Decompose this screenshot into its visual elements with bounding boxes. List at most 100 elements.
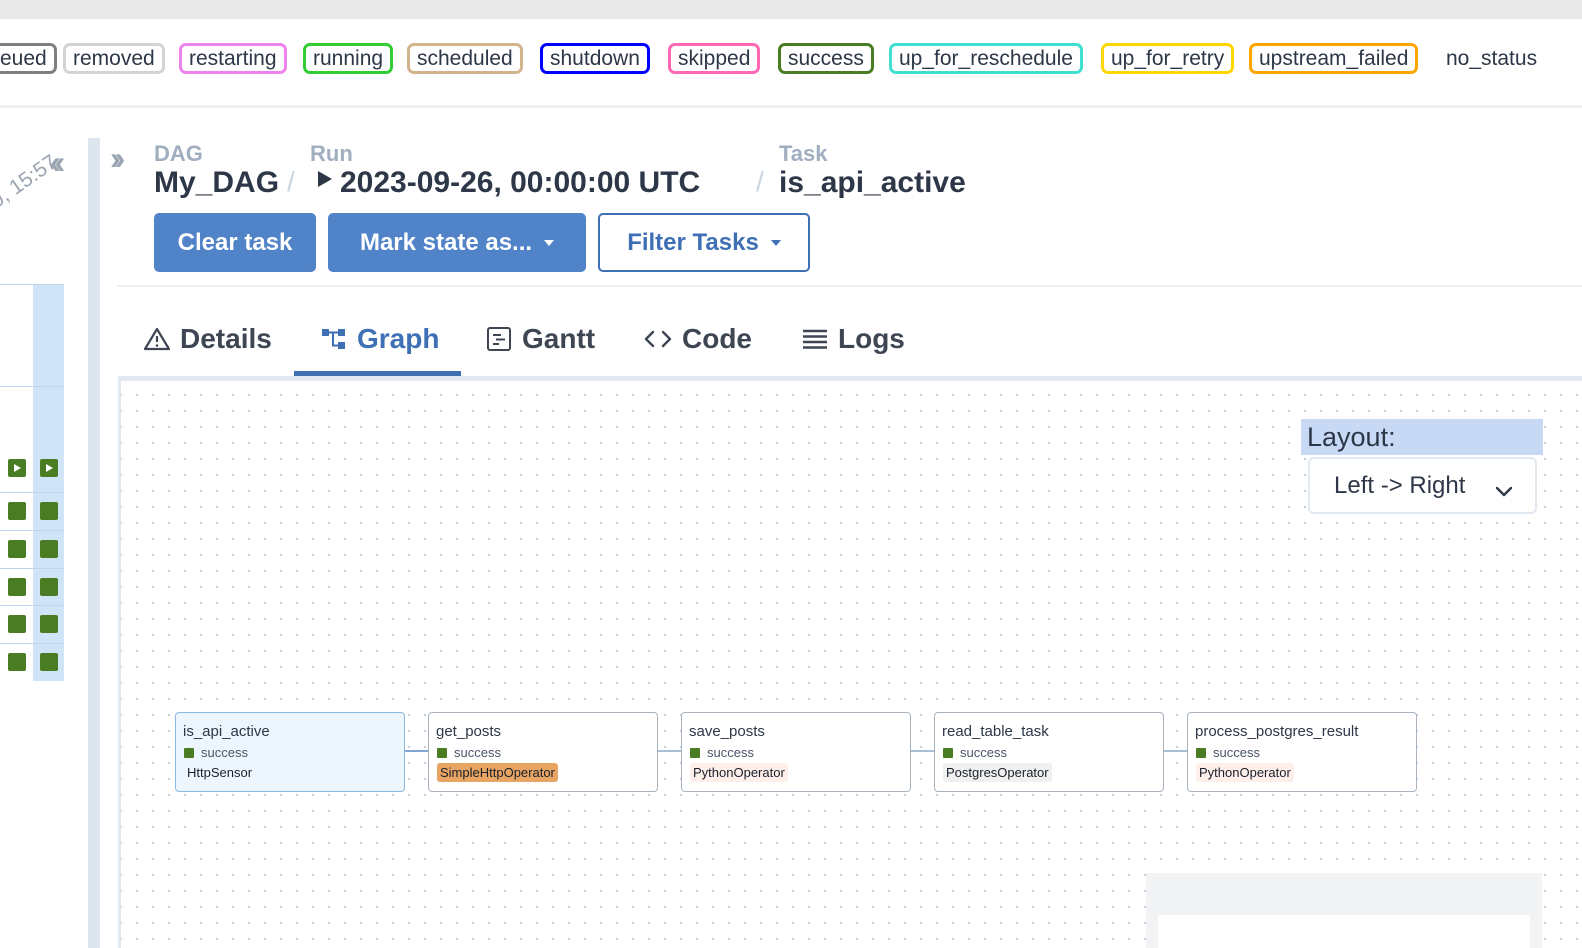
- tab-details[interactable]: Details: [144, 316, 272, 362]
- filter-tasks-button[interactable]: Filter Tasks: [598, 213, 810, 272]
- breadcrumb-dag-label: DAG: [154, 141, 203, 166]
- graph-edge: [911, 750, 934, 752]
- status-dot-icon: [184, 747, 194, 758]
- legend-badge-removed[interactable]: removed: [63, 43, 165, 74]
- clear-task-label: Clear task: [177, 228, 293, 256]
- mark-state-label: Mark state as...: [359, 228, 533, 256]
- breadcrumb-run-label: Run: [310, 141, 353, 166]
- tab-gantt-label: Gantt: [522, 323, 596, 354]
- graph-icon: [321, 327, 347, 351]
- tab-graph[interactable]: Graph: [321, 316, 439, 362]
- breadcrumb-dag-link[interactable]: My_DAG: [154, 166, 279, 200]
- graph-edge: [405, 750, 428, 752]
- grid-panel: ‹‹ 9, 15:57: [0, 108, 88, 948]
- task-node-status-text: success: [454, 745, 501, 760]
- task-node-status: success: [184, 745, 248, 760]
- task-instance-cell[interactable]: [40, 578, 58, 596]
- task-node-save-posts[interactable]: save_posts success PythonOperator: [681, 712, 911, 792]
- task-instance-cell[interactable]: [40, 540, 58, 558]
- tab-details-label: Details: [180, 323, 272, 354]
- task-tabs: Details Graph Gantt Code Logs: [118, 300, 1582, 381]
- breadcrumb-task-label: Task: [779, 141, 828, 166]
- gantt-icon: [486, 326, 512, 352]
- task-node-status: success: [437, 745, 501, 760]
- grid-row-divider: [0, 386, 64, 387]
- task-node-operator: SimpleHttpOperator: [437, 763, 558, 782]
- chevron-down-icon: [544, 239, 555, 246]
- clear-task-button[interactable]: Clear task: [154, 213, 316, 272]
- grid-row-divider: [0, 568, 64, 569]
- legend-badge-success[interactable]: success: [778, 43, 874, 74]
- task-node-status-text: success: [1213, 745, 1260, 760]
- task-node-operator: PostgresOperator: [943, 763, 1052, 782]
- legend-badge-shutdown[interactable]: shutdown: [540, 43, 650, 74]
- tab-gantt[interactable]: Gantt: [486, 316, 595, 362]
- layout-direction-select[interactable]: Left -> Right: [1308, 457, 1537, 514]
- task-node-name: is_api_active: [183, 723, 270, 740]
- layout-label: Layout:: [1301, 419, 1543, 455]
- layout-selected-value: Left -> Right: [1334, 471, 1466, 499]
- legend-badge-restarting[interactable]: restarting: [179, 43, 287, 74]
- task-node-read-table-task[interactable]: read_table_task success PostgresOperator: [934, 712, 1164, 792]
- header-divider: [117, 285, 1582, 287]
- task-instance-cell[interactable]: [8, 578, 26, 596]
- task-node-is-api-active[interactable]: is_api_active success HttpSensor: [175, 712, 405, 792]
- status-dot-icon: [1196, 747, 1206, 758]
- code-icon: [644, 327, 672, 351]
- task-node-name: get_posts: [436, 723, 502, 740]
- grid-row-divider: [0, 643, 64, 644]
- graph-edge: [1164, 750, 1187, 752]
- task-node-status: success: [943, 745, 1007, 760]
- task-instance-cell[interactable]: [8, 653, 26, 671]
- status-dot-icon: [943, 747, 953, 758]
- list-icon: [802, 328, 828, 350]
- task-node-status-text: success: [707, 745, 754, 760]
- chevron-down-icon: [770, 239, 781, 246]
- legend-badge-up-for-retry[interactable]: up_for_retry: [1101, 43, 1235, 74]
- dag-run-cell[interactable]: [8, 459, 26, 477]
- top-band: [0, 0, 1582, 19]
- task-node-get-posts[interactable]: get_posts success SimpleHttpOperator: [428, 712, 658, 792]
- task-node-status-text: success: [201, 745, 248, 760]
- grid-row-divider: [0, 492, 64, 493]
- tab-code-label: Code: [682, 323, 752, 354]
- dag-run-cell[interactable]: [40, 459, 58, 477]
- task-node-operator: HttpSensor: [184, 763, 256, 782]
- graph-edge: [658, 750, 681, 752]
- breadcrumb-task-link[interactable]: is_api_active: [779, 166, 966, 200]
- state-legend: eued removed restarting running schedule…: [0, 19, 1582, 108]
- legend-badge-skipped[interactable]: skipped: [668, 43, 761, 74]
- legend-badge-scheduled[interactable]: scheduled: [407, 43, 523, 74]
- task-instance-cell[interactable]: [40, 502, 58, 520]
- tab-graph-label: Graph: [357, 323, 440, 354]
- task-instance-cell[interactable]: [8, 540, 26, 558]
- task-node-operator: PythonOperator: [1196, 763, 1294, 782]
- grid-row-divider: [0, 605, 64, 606]
- task-instance-cell[interactable]: [40, 615, 58, 633]
- breadcrumb-run-link[interactable]: 2023-09-26, 00:00:00 UTC: [340, 166, 700, 200]
- task-node-name: save_posts: [689, 723, 765, 740]
- panel-resize-handle[interactable]: [88, 138, 100, 948]
- legend-badge-up-for-reschedule[interactable]: up_for_reschedule: [889, 43, 1083, 74]
- status-dot-icon: [437, 747, 447, 758]
- legend-no-status[interactable]: no_status: [1446, 43, 1537, 74]
- task-node-name: read_table_task: [942, 723, 1049, 740]
- active-tab-indicator: [294, 371, 461, 376]
- grid-row-divider: [0, 530, 64, 531]
- minimap-viewport[interactable]: [1158, 915, 1530, 948]
- expand-panel-icon[interactable]: ››: [110, 140, 126, 177]
- task-instance-cell[interactable]: [8, 502, 26, 520]
- task-node-status-text: success: [960, 745, 1007, 760]
- legend-badge-running[interactable]: running: [303, 43, 394, 74]
- task-node-name: process_postgres_result: [1195, 723, 1359, 740]
- mark-state-button[interactable]: Mark state as...: [328, 213, 586, 272]
- task-instance-cell[interactable]: [8, 615, 26, 633]
- legend-badge-queued[interactable]: eued: [0, 43, 57, 74]
- tab-logs[interactable]: Logs: [802, 316, 905, 362]
- task-node-status: success: [1196, 745, 1260, 760]
- legend-badge-upstream-failed[interactable]: upstream_failed: [1249, 43, 1419, 74]
- task-instance-cell[interactable]: [40, 653, 58, 671]
- breadcrumb-separator: /: [287, 166, 295, 197]
- tab-code[interactable]: Code: [644, 316, 752, 362]
- task-node-process-postgres-result[interactable]: process_postgres_result success PythonOp…: [1187, 712, 1417, 792]
